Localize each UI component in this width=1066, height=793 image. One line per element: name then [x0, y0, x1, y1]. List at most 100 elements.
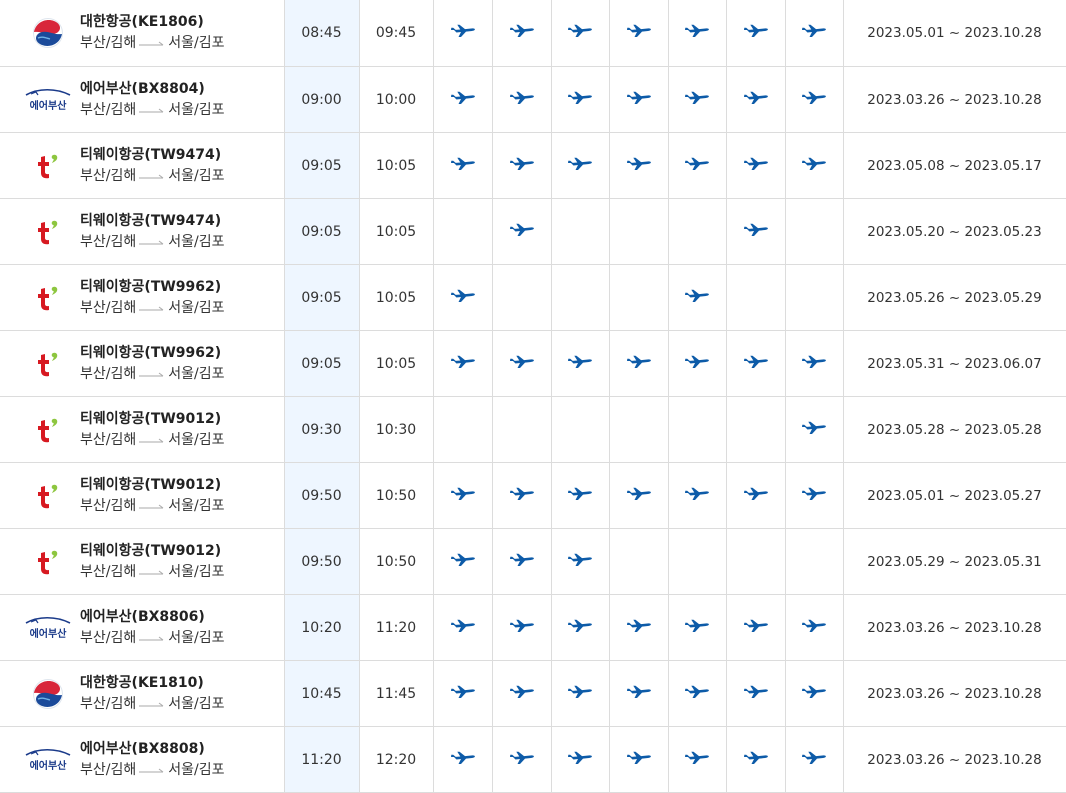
airline-name: 티웨이항공	[80, 476, 145, 493]
plane-icon	[684, 354, 710, 370]
day-slot	[609, 660, 669, 727]
plane-icon	[509, 684, 535, 700]
korean-air-logo	[22, 676, 74, 712]
flight-row[interactable]: 티웨이항공(TW9012) 부산/김해 서울/김포 09:30 10:30 202…	[0, 396, 1066, 463]
flight-code: BX8806	[137, 608, 199, 625]
day-slot	[433, 396, 493, 463]
destination: 서울/김포	[168, 431, 225, 448]
plane-icon	[743, 354, 769, 370]
airline-cell: 티웨이항공(TW9962) 부산/김해 서울/김포	[0, 330, 285, 397]
origin: 부산/김해	[80, 761, 137, 778]
day-slot	[492, 726, 552, 793]
flight-name: 대한항공(KE1810)	[80, 674, 204, 691]
day-slot	[785, 660, 844, 727]
day-slot	[492, 0, 552, 67]
day-slot	[492, 396, 552, 463]
day-slot	[726, 0, 786, 67]
flight-row[interactable]: 티웨이항공(TW9474) 부산/김해 서울/김포 09:05 10:05 202…	[0, 198, 1066, 265]
flight-row[interactable]: 티웨이항공(TW9962) 부산/김해 서울/김포 09:05 10:05 202…	[0, 264, 1066, 331]
day-slot	[609, 0, 669, 67]
plane-icon	[684, 288, 710, 304]
flight-code: BX8804	[137, 80, 199, 97]
operating-period: 2023.05.29 ~ 2023.05.31	[843, 528, 1066, 595]
origin: 부산/김해	[80, 299, 137, 316]
flight-info: 티웨이항공(TW9962) 부산/김해 서울/김포	[80, 277, 225, 319]
route-arrow-icon	[139, 702, 164, 706]
flight-code: TW9012	[150, 410, 215, 427]
plane-icon	[450, 486, 476, 502]
flight-row[interactable]: 에어부산 에어부산(BX8808) 부산/김해 서울/김포 11:20 12:20…	[0, 726, 1066, 793]
day-slot	[551, 198, 610, 265]
plane-icon	[626, 618, 652, 634]
airline-cell: 대한항공(KE1810) 부산/김해 서울/김포	[0, 660, 285, 727]
route: 부산/김해 서울/김포	[80, 694, 225, 715]
plane-icon	[450, 354, 476, 370]
flight-code: KE1806	[137, 14, 198, 30]
day-slot	[609, 198, 669, 265]
plane-icon	[801, 420, 827, 436]
route-arrow-icon	[139, 174, 164, 178]
day-slot	[785, 66, 844, 133]
day-slot	[668, 66, 727, 133]
flight-row[interactable]: 티웨이항공(TW9012) 부산/김해 서울/김포 09:50 10:50 202…	[0, 462, 1066, 529]
airline-name: 티웨이항공	[80, 146, 145, 163]
flight-info: 에어부산(BX8804) 부산/김해 서울/김포	[80, 79, 225, 121]
flight-row[interactable]: 에어부산 에어부산(BX8804) 부산/김해 서울/김포 09:00 10:00…	[0, 66, 1066, 133]
day-slot	[433, 726, 493, 793]
operating-period: 2023.05.01 ~ 2023.05.27	[843, 462, 1066, 529]
flight-row[interactable]: 티웨이항공(TW9012) 부산/김해 서울/김포 09:50 10:50 202…	[0, 528, 1066, 595]
route: 부산/김해 서울/김포	[80, 760, 225, 781]
flight-info: 티웨이항공(TW9962) 부산/김해 서울/김포	[80, 343, 225, 385]
day-slot	[726, 66, 786, 133]
flight-row[interactable]: 티웨이항공(TW9962) 부산/김해 서울/김포 09:05 10:05 202…	[0, 330, 1066, 397]
plane-icon	[743, 90, 769, 106]
route: 부산/김해 서울/김포	[80, 496, 225, 517]
flight-code: TW9012	[150, 542, 215, 559]
departure-time: 09:00	[284, 66, 360, 133]
day-slot	[433, 528, 493, 595]
operating-period: 2023.05.26 ~ 2023.05.29	[843, 264, 1066, 331]
day-slot	[551, 330, 610, 397]
plane-icon	[743, 486, 769, 502]
airline-cell: 에어부산 에어부산(BX8804) 부산/김해 서울/김포	[0, 66, 285, 133]
day-slot	[609, 66, 669, 133]
operating-period: 2023.03.26 ~ 2023.10.28	[843, 66, 1066, 133]
airline-cell: 티웨이항공(TW9962) 부산/김해 서울/김포	[0, 264, 285, 331]
plane-icon	[450, 684, 476, 700]
origin: 부산/김해	[80, 629, 137, 646]
plane-icon	[450, 156, 476, 172]
plane-icon	[684, 156, 710, 172]
plane-icon	[684, 90, 710, 106]
flight-row[interactable]: 대한항공(KE1806) 부산/김해 서울/김포 08:45 09:45 2023…	[0, 0, 1066, 67]
flight-row[interactable]: 대한항공(KE1810) 부산/김해 서울/김포 10:45 11:45 2023…	[0, 660, 1066, 727]
flight-code: KE1810	[137, 674, 198, 691]
plane-icon	[509, 156, 535, 172]
tway-logo	[22, 412, 74, 448]
route-arrow-icon	[139, 41, 164, 46]
flight-code: BX8808	[137, 740, 199, 757]
departure-time: 10:20	[284, 594, 360, 661]
flight-row[interactable]: 에어부산 에어부산(BX8806) 부산/김해 서울/김포 10:20 11:20…	[0, 594, 1066, 661]
day-slot	[726, 264, 786, 331]
destination: 서울/김포	[168, 761, 225, 778]
departure-time: 09:30	[284, 396, 360, 463]
air-busan-logo: 에어부산	[22, 610, 74, 646]
departure-time: 09:50	[284, 528, 360, 595]
airline-logo-text: 에어부산	[30, 759, 68, 772]
flight-row[interactable]: 티웨이항공(TW9474) 부산/김해 서울/김포 09:05 10:05 202…	[0, 132, 1066, 199]
plane-icon	[450, 23, 476, 39]
day-slot	[668, 462, 727, 529]
departure-time: 09:50	[284, 462, 360, 529]
plane-icon	[509, 23, 535, 39]
day-slot	[492, 330, 552, 397]
origin: 부산/김해	[80, 101, 137, 118]
route: 부산/김해 서울/김포	[80, 166, 225, 187]
operating-period: 2023.05.08 ~ 2023.05.17	[843, 132, 1066, 199]
flight-name: 에어부산(BX8808)	[80, 740, 205, 757]
airline-cell: 티웨이항공(TW9012) 부산/김해 서울/김포	[0, 462, 285, 529]
flight-name: 티웨이항공(TW9012)	[80, 410, 222, 427]
tway-logo	[22, 214, 74, 250]
route: 부산/김해 서울/김포	[80, 364, 225, 385]
route: 부산/김해 서울/김포	[80, 430, 225, 451]
airline-name: 티웨이항공	[80, 410, 145, 427]
